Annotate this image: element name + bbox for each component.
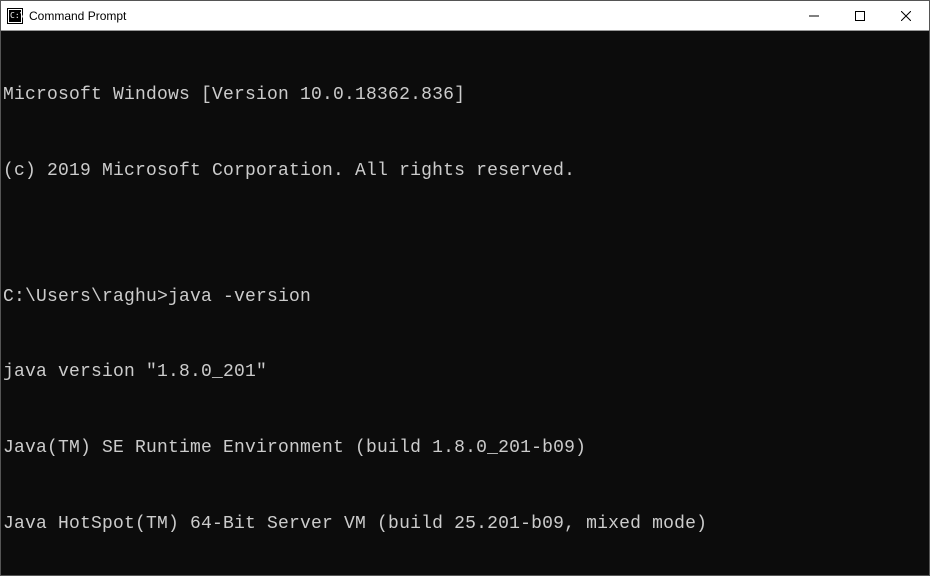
- cmd-icon: C:\: [7, 8, 23, 24]
- minimize-button[interactable]: [791, 1, 837, 31]
- terminal-line: (c) 2019 Microsoft Corporation. All righ…: [3, 159, 927, 184]
- titlebar[interactable]: C:\ Command Prompt: [1, 1, 929, 31]
- terminal-line: java version "1.8.0_201": [3, 360, 927, 385]
- terminal-line: C:\Users\raghu>java -version: [3, 285, 927, 310]
- terminal-line: Microsoft Windows [Version 10.0.18362.83…: [3, 83, 927, 108]
- terminal-line: Java HotSpot(TM) 64-Bit Server VM (build…: [3, 512, 927, 537]
- terminal-output[interactable]: Microsoft Windows [Version 10.0.18362.83…: [1, 31, 929, 575]
- window: C:\ Command Prompt Microsoft Windows [Ve…: [0, 0, 930, 576]
- close-icon: [901, 11, 911, 21]
- maximize-button[interactable]: [837, 1, 883, 31]
- minimize-icon: [809, 11, 819, 21]
- window-title: Command Prompt: [29, 9, 126, 23]
- svg-text:C:\: C:\: [10, 11, 23, 20]
- terminal-line: Java(TM) SE Runtime Environment (build 1…: [3, 436, 927, 461]
- close-button[interactable]: [883, 1, 929, 31]
- maximize-icon: [855, 11, 865, 21]
